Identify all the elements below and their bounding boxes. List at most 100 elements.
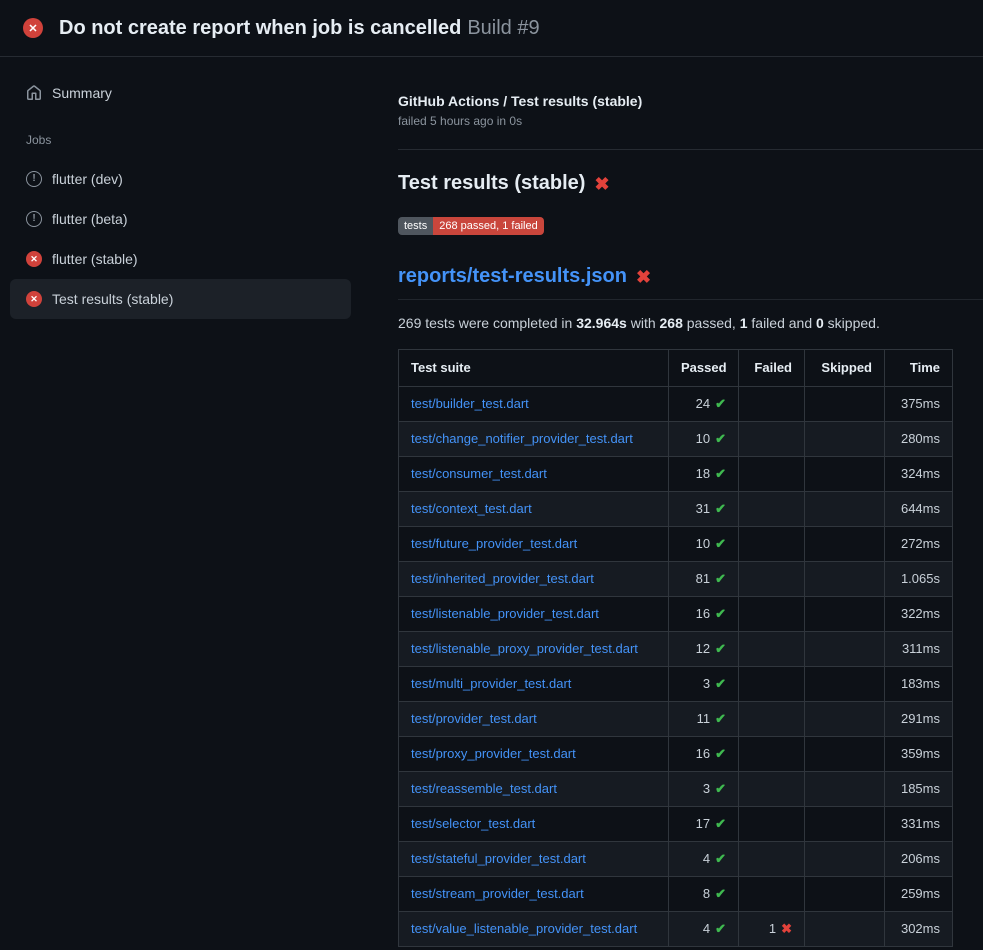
failed-cell <box>739 632 805 667</box>
failed-cell <box>739 737 805 772</box>
skipped-cell <box>805 492 885 527</box>
summary-label: Summary <box>52 85 112 101</box>
failed-cell <box>739 527 805 562</box>
time-cell: 206ms <box>885 842 953 877</box>
passed-cell: 17✔ <box>669 807 739 842</box>
failed-cell <box>739 807 805 842</box>
test-suite-cell: test/change_notifier_provider_test.dart <box>399 422 669 457</box>
test-results-table: Test suite Passed Failed Skipped Time te… <box>398 349 953 947</box>
failed-cell <box>739 667 805 702</box>
job-label: flutter (beta) <box>52 211 127 227</box>
sidebar-job-item[interactable]: ✕ Test results (stable) <box>10 279 351 319</box>
summary-skipped-count: 0 <box>816 315 824 331</box>
passed-cell: 3✔ <box>669 772 739 807</box>
test-suite-link[interactable]: test/reassemble_test.dart <box>411 781 557 796</box>
test-suite-link[interactable]: test/multi_provider_test.dart <box>411 676 571 691</box>
test-suite-link[interactable]: test/provider_test.dart <box>411 711 537 726</box>
failed-cell: 1✖ <box>739 912 805 947</box>
tests-badge: tests 268 passed, 1 failed <box>398 217 544 235</box>
table-row: test/stateful_provider_test.dart 4✔ 206m… <box>399 842 953 877</box>
time-cell: 185ms <box>885 772 953 807</box>
check-icon: ✔ <box>715 781 726 796</box>
test-suite-cell: test/stream_provider_test.dart <box>399 877 669 912</box>
passed-cell: 24✔ <box>669 387 739 422</box>
test-suite-link[interactable]: test/future_provider_test.dart <box>411 536 577 551</box>
time-cell: 322ms <box>885 597 953 632</box>
col-header-test-suite: Test suite <box>399 350 669 387</box>
skipped-cell <box>805 457 885 492</box>
test-suite-link[interactable]: test/proxy_provider_test.dart <box>411 746 576 761</box>
sidebar-item-summary[interactable]: Summary <box>10 73 351 113</box>
run-title-row: Do not create report when job is cancell… <box>59 17 540 40</box>
check-icon: ✔ <box>715 711 726 726</box>
cross-icon: ✖ <box>781 921 792 936</box>
summary-passed-count: 268 <box>660 315 683 331</box>
check-icon: ✔ <box>715 606 726 621</box>
skipped-cell <box>805 737 885 772</box>
summary-text-segment: skipped. <box>824 315 880 331</box>
passed-cell: 12✔ <box>669 632 739 667</box>
table-row: test/reassemble_test.dart 3✔ 185ms <box>399 772 953 807</box>
content-divider <box>398 149 983 150</box>
test-suite-link[interactable]: test/listenable_proxy_provider_test.dart <box>411 641 638 656</box>
test-suite-link[interactable]: test/stateful_provider_test.dart <box>411 851 586 866</box>
failed-cell <box>739 772 805 807</box>
summary-text-segment: with <box>627 315 660 331</box>
check-icon: ✔ <box>715 921 726 936</box>
time-cell: 375ms <box>885 387 953 422</box>
col-header-skipped: Skipped <box>805 350 885 387</box>
test-suite-link[interactable]: test/stream_provider_test.dart <box>411 886 584 901</box>
job-label: flutter (stable) <box>52 251 138 267</box>
failed-cell <box>739 387 805 422</box>
home-icon <box>26 85 42 101</box>
passed-cell: 10✔ <box>669 527 739 562</box>
sidebar-job-item[interactable]: ! flutter (dev) <box>10 159 351 199</box>
passed-cell: 4✔ <box>669 912 739 947</box>
test-suite-link[interactable]: test/value_listenable_provider_test.dart <box>411 921 637 936</box>
test-suite-cell: test/context_test.dart <box>399 492 669 527</box>
failed-cell <box>739 877 805 912</box>
test-suite-link[interactable]: test/consumer_test.dart <box>411 466 547 481</box>
test-suite-cell: test/multi_provider_test.dart <box>399 667 669 702</box>
time-cell: 644ms <box>885 492 953 527</box>
passed-cell: 11✔ <box>669 702 739 737</box>
test-suite-link[interactable]: test/selector_test.dart <box>411 816 535 831</box>
time-cell: 302ms <box>885 912 953 947</box>
check-icon: ✔ <box>715 851 726 866</box>
time-cell: 291ms <box>885 702 953 737</box>
job-label: Test results (stable) <box>52 291 173 307</box>
passed-cell: 31✔ <box>669 492 739 527</box>
sidebar-job-item[interactable]: ✕ flutter (stable) <box>10 239 351 279</box>
skipped-cell <box>805 597 885 632</box>
check-icon: ✔ <box>715 886 726 901</box>
table-row: test/listenable_proxy_provider_test.dart… <box>399 632 953 667</box>
test-suite-link[interactable]: test/change_notifier_provider_test.dart <box>411 431 633 446</box>
test-suite-link[interactable]: test/builder_test.dart <box>411 396 529 411</box>
failed-cell <box>739 492 805 527</box>
time-cell: 259ms <box>885 877 953 912</box>
time-cell: 272ms <box>885 527 953 562</box>
section-title: Test results (stable) <box>398 172 585 195</box>
table-row: test/change_notifier_provider_test.dart … <box>399 422 953 457</box>
breadcrumb[interactable]: GitHub Actions / Test results (stable) <box>398 93 983 109</box>
skipped-cell <box>805 877 885 912</box>
time-cell: 280ms <box>885 422 953 457</box>
passed-cell: 10✔ <box>669 422 739 457</box>
check-icon: ✔ <box>715 536 726 551</box>
col-header-time: Time <box>885 350 953 387</box>
jobs-list: ! flutter (dev) ! flutter (beta) ✕ flutt… <box>0 159 375 319</box>
failed-cell <box>739 842 805 877</box>
sidebar-job-item[interactable]: ! flutter (beta) <box>10 199 351 239</box>
check-run-title-row: Test results (stable) ✖ <box>398 172 983 195</box>
table-header-row: Test suite Passed Failed Skipped Time <box>399 350 953 387</box>
summary-total-time: 32.964s <box>576 315 627 331</box>
test-suite-link[interactable]: test/listenable_provider_test.dart <box>411 606 599 621</box>
col-header-passed: Passed <box>669 350 739 387</box>
test-suite-link[interactable]: test/context_test.dart <box>411 501 532 516</box>
report-link[interactable]: reports/test-results.json <box>398 265 627 288</box>
test-suite-cell: test/provider_test.dart <box>399 702 669 737</box>
main-content: GitHub Actions / Test results (stable) f… <box>375 57 983 950</box>
cancelled-status-icon: ! <box>26 171 42 187</box>
test-suite-cell: test/listenable_provider_test.dart <box>399 597 669 632</box>
test-suite-link[interactable]: test/inherited_provider_test.dart <box>411 571 594 586</box>
